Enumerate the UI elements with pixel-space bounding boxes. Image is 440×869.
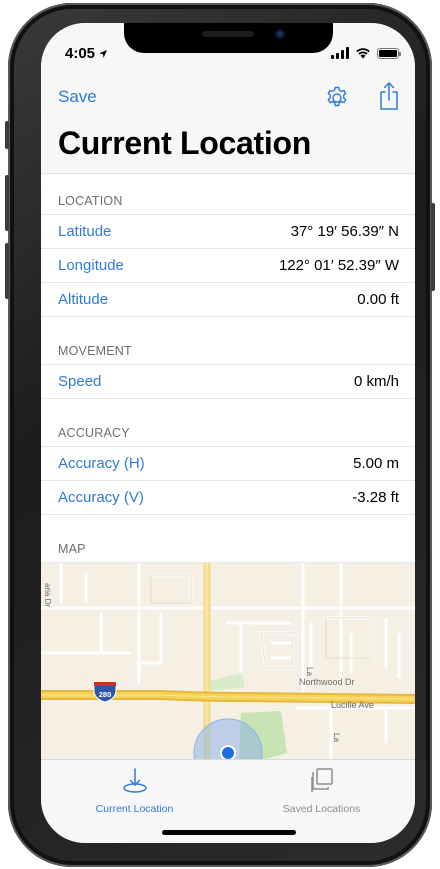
screen: 4:05 Save Current Location LOCATION Lati… bbox=[41, 23, 415, 843]
status-time: 4:05 bbox=[65, 45, 108, 62]
navigation-bar: Save Current Location bbox=[41, 67, 415, 174]
row-altitude[interactable]: Altitude 0.00 ft bbox=[41, 283, 415, 317]
share-icon[interactable] bbox=[377, 81, 401, 111]
tab-saved-locations[interactable]: Saved Locations bbox=[228, 766, 415, 815]
location-download-icon bbox=[122, 768, 147, 793]
row-speed[interactable]: Speed 0 km/h bbox=[41, 365, 415, 399]
tab-saved-locations-label: Saved Locations bbox=[282, 803, 361, 815]
phone-frame: 4:05 Save Current Location LOCATION Lati… bbox=[5, 3, 435, 867]
map-label-side-street-1: aria Dr bbox=[43, 583, 52, 607]
latitude-label: Latitude bbox=[58, 223, 112, 240]
save-button[interactable]: Save bbox=[58, 87, 97, 107]
highway-shield-label: 280 bbox=[99, 690, 112, 699]
accuracy-h-value: 5.00 m bbox=[353, 455, 399, 472]
wifi-icon bbox=[356, 48, 370, 59]
speaker-grille bbox=[202, 31, 254, 37]
front-camera bbox=[275, 29, 285, 39]
row-accuracy-h[interactable]: Accuracy (H) 5.00 m bbox=[41, 447, 415, 481]
volume-up-button bbox=[5, 175, 9, 231]
battery-icon bbox=[377, 47, 401, 59]
power-button bbox=[431, 203, 435, 291]
tab-bar: Current Location Saved Locations bbox=[41, 759, 415, 843]
home-indicator bbox=[162, 830, 296, 835]
silent-switch bbox=[5, 121, 9, 149]
map-view[interactable]: 280 Northwood Dr Lucille Ave aria Dr La … bbox=[41, 562, 415, 759]
accuracy-rows: Accuracy (H) 5.00 m Accuracy (V) -3.28 f… bbox=[41, 446, 415, 515]
section-header-accuracy: ACCURACY bbox=[41, 399, 415, 446]
gear-icon[interactable] bbox=[324, 85, 350, 111]
movement-rows: Speed 0 km/h bbox=[41, 364, 415, 399]
section-header-location: LOCATION bbox=[41, 174, 415, 214]
section-header-map: MAP bbox=[41, 515, 415, 562]
speed-label: Speed bbox=[58, 373, 102, 390]
accuracy-v-label: Accuracy (V) bbox=[58, 489, 144, 506]
tab-current-location[interactable]: Current Location bbox=[41, 766, 228, 815]
row-longitude[interactable]: Longitude 122° 01′ 52.39″ W bbox=[41, 249, 415, 283]
accuracy-h-label: Accuracy (H) bbox=[58, 455, 145, 472]
altitude-value: 0.00 ft bbox=[357, 291, 399, 308]
map-label-lucille: Lucille Ave bbox=[331, 700, 374, 710]
longitude-label: Longitude bbox=[58, 257, 124, 274]
page-title: Current Location bbox=[58, 125, 311, 161]
latitude-value: 37° 19′ 56.39″ N bbox=[290, 223, 399, 240]
time-text: 4:05 bbox=[65, 45, 96, 62]
accuracy-v-value: -3.28 ft bbox=[352, 489, 399, 506]
map-label-side-street-2: La bbox=[305, 667, 314, 676]
volume-down-button bbox=[5, 243, 9, 299]
map-canvas: 280 Northwood Dr Lucille Ave aria Dr La … bbox=[41, 563, 415, 759]
row-latitude[interactable]: Latitude 37° 19′ 56.39″ N bbox=[41, 215, 415, 249]
cellular-signal-icon bbox=[331, 47, 349, 59]
map-label-northwood: Northwood Dr bbox=[299, 677, 355, 687]
speed-value: 0 km/h bbox=[353, 373, 399, 390]
row-accuracy-v[interactable]: Accuracy (V) -3.28 ft bbox=[41, 481, 415, 515]
tab-current-location-label: Current Location bbox=[95, 803, 174, 815]
location-details-list[interactable]: LOCATION Latitude 37° 19′ 56.39″ N Longi… bbox=[41, 174, 415, 759]
stacked-squares-icon bbox=[310, 768, 333, 792]
altitude-label: Altitude bbox=[58, 291, 109, 308]
map-label-side-street-3: La bbox=[332, 733, 341, 742]
section-header-movement: MOVEMENT bbox=[41, 317, 415, 364]
notch bbox=[124, 23, 333, 53]
status-icons bbox=[331, 47, 401, 59]
location-arrow-icon bbox=[99, 49, 108, 58]
location-rows: Latitude 37° 19′ 56.39″ N Longitude 122°… bbox=[41, 214, 415, 317]
longitude-value: 122° 01′ 52.39″ W bbox=[278, 257, 399, 274]
